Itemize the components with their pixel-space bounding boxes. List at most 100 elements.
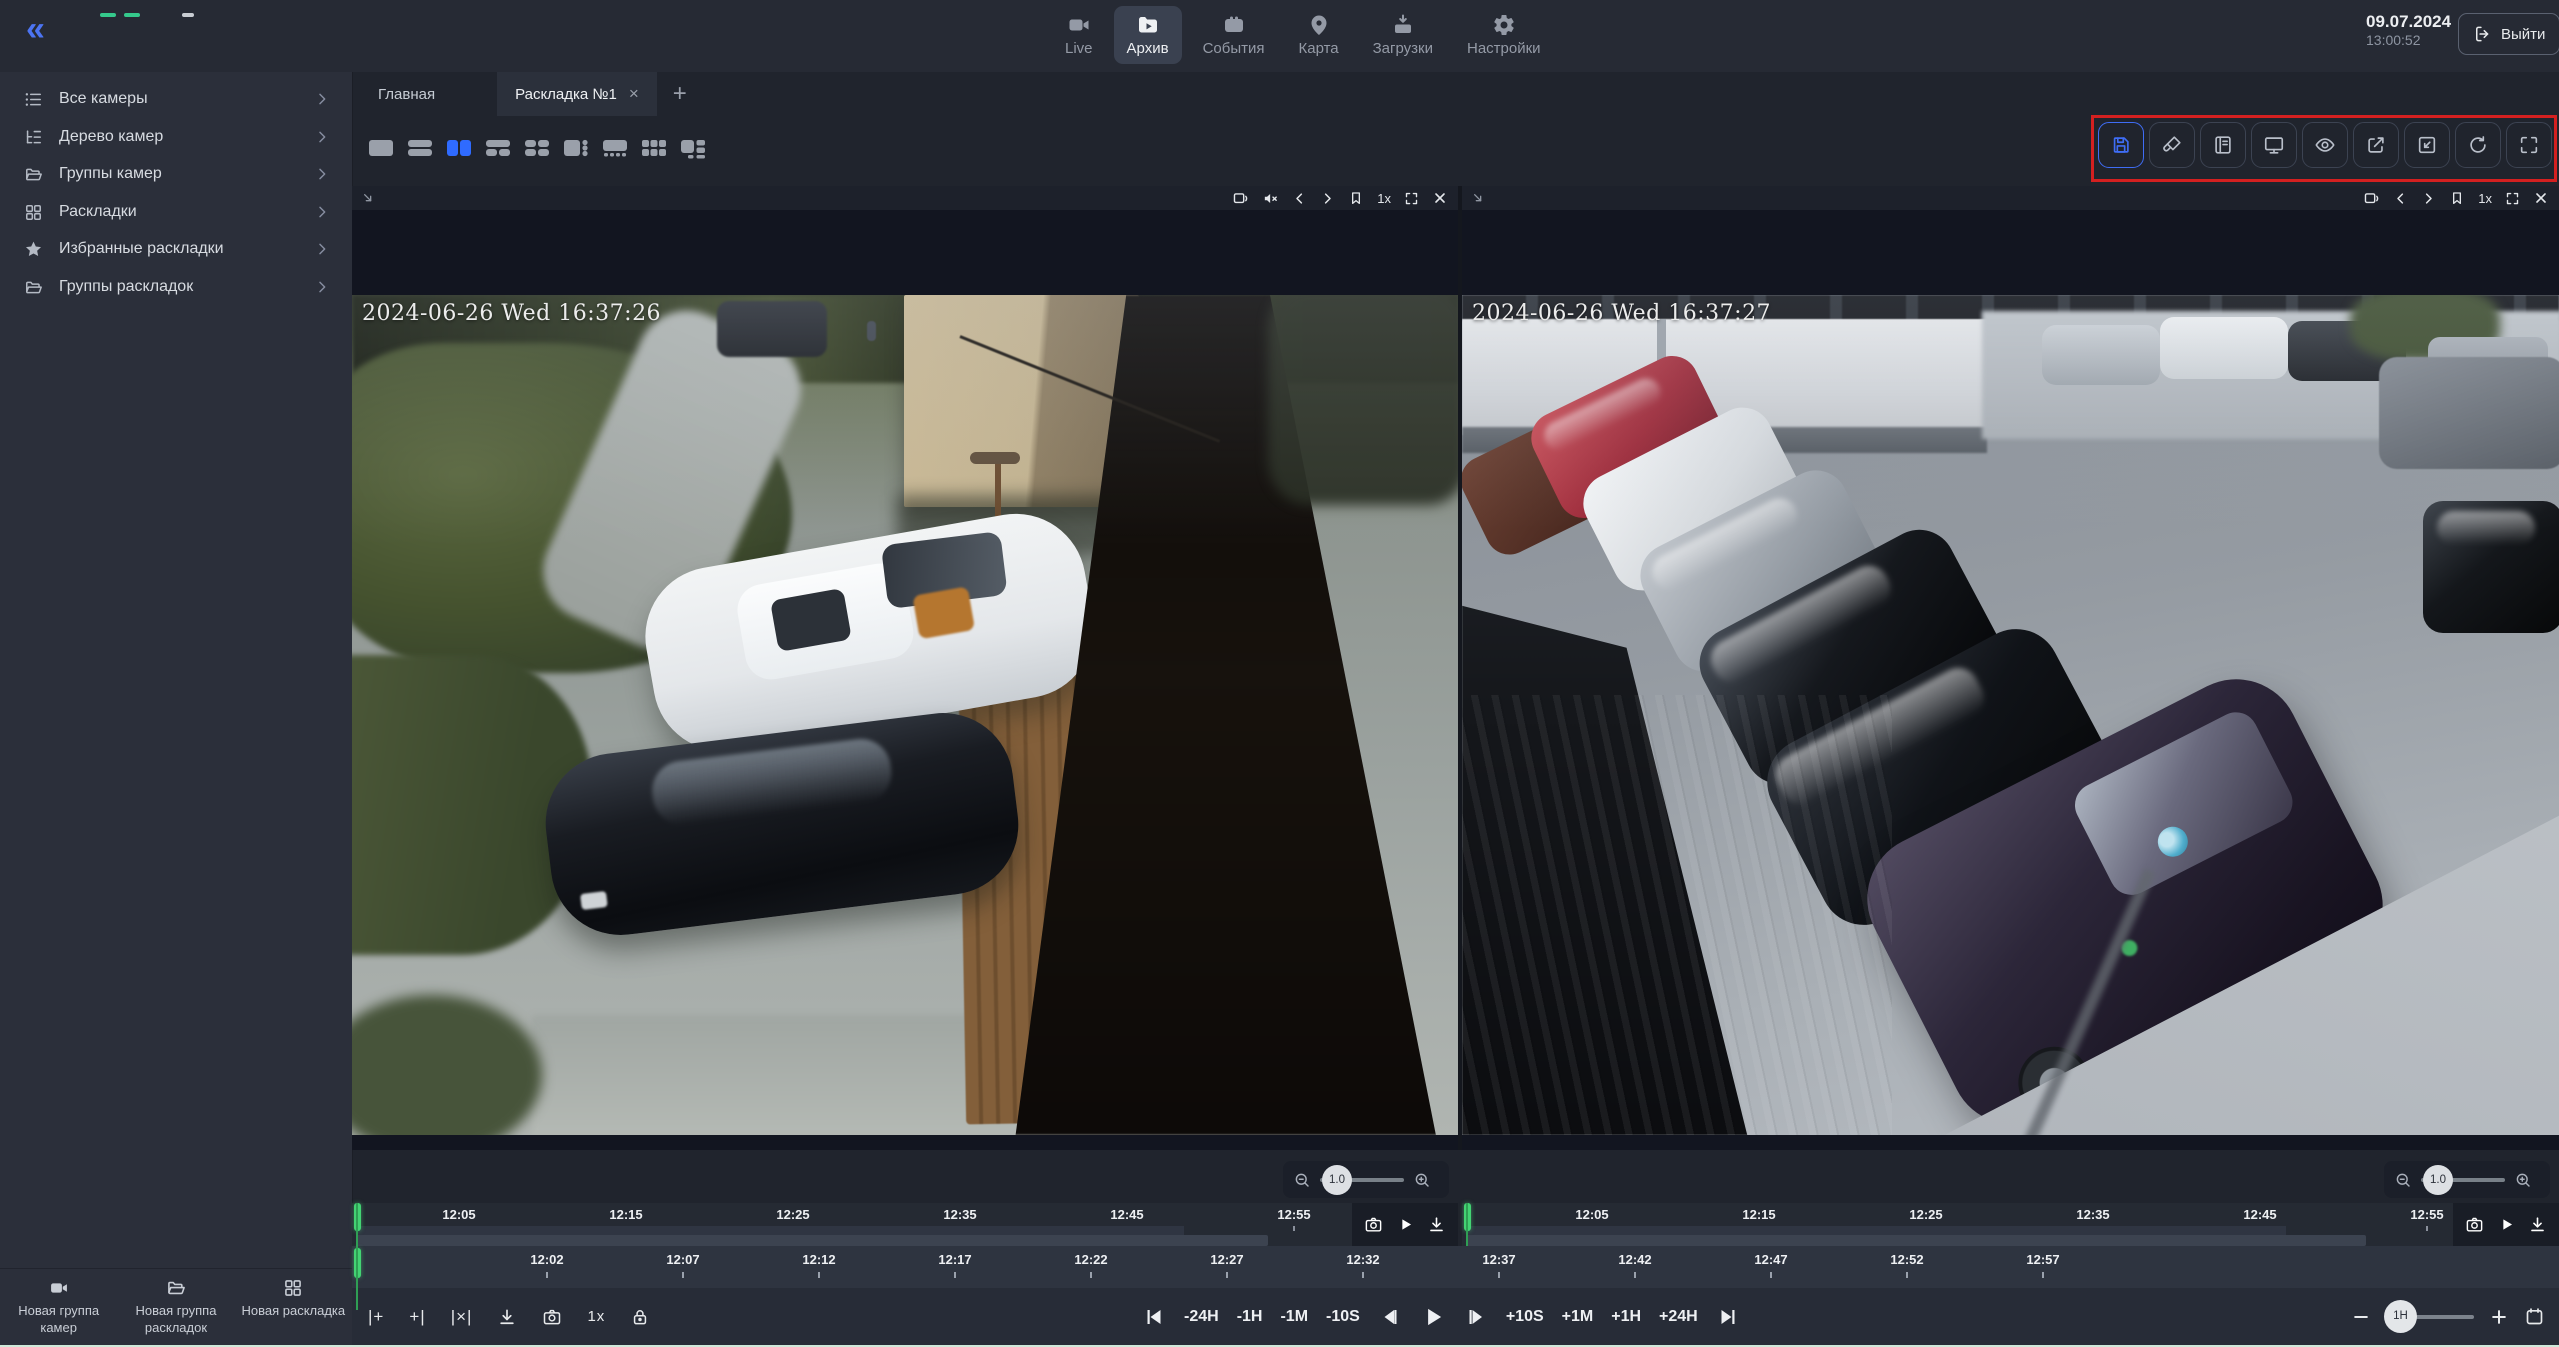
nav-events[interactable]: События: [1190, 6, 1278, 64]
timeline-scrollbar[interactable]: [356, 1235, 1268, 1246]
layout-3x2-button[interactable]: [639, 135, 669, 161]
clear-marks-button[interactable]: |×|: [451, 1307, 473, 1327]
fullscreen-button[interactable]: [2506, 122, 2552, 168]
add-tab-button[interactable]: +: [657, 72, 703, 116]
pip-icon[interactable]: [2363, 190, 2380, 207]
layout-2-columns-button[interactable]: [444, 135, 474, 161]
range-slider[interactable]: 1H: [2386, 1315, 2474, 1319]
jump-fwd-1m-button[interactable]: +1M: [1562, 1308, 1594, 1326]
save-layout-button[interactable]: [2098, 122, 2144, 168]
tile-fullscreen-icon[interactable]: [2505, 191, 2520, 206]
skip-to-start-icon[interactable]: [1142, 1305, 1166, 1329]
close-tile-icon[interactable]: [1432, 190, 1448, 206]
new-camera-group-button[interactable]: Новая группа камер: [3, 1278, 115, 1345]
step-forward-icon[interactable]: [1464, 1305, 1488, 1329]
playback-speed-label[interactable]: 1x: [2478, 191, 2492, 206]
jump-fwd-24h-button[interactable]: +24H: [1659, 1308, 1698, 1326]
jump-back-1m-button[interactable]: -1M: [1280, 1308, 1308, 1326]
layout-1-plus-4-bottom-button[interactable]: [600, 135, 630, 161]
sidebar-item-layout-groups[interactable]: Группы раскладок: [0, 269, 352, 305]
sidebar-item-all-cameras[interactable]: Все камеры: [0, 81, 352, 117]
bookmark-icon[interactable]: [2449, 190, 2465, 206]
layout-1-plus-2-button[interactable]: [483, 135, 513, 161]
timeline-track[interactable]: [356, 1226, 1184, 1235]
snapshot-icon[interactable]: [542, 1307, 562, 1327]
lock-icon[interactable]: [630, 1307, 650, 1327]
refresh-button[interactable]: [2455, 122, 2501, 168]
resize-button[interactable]: [2404, 122, 2450, 168]
global-timeline[interactable]: 12:02 12:07 12:12 12:17 12:22 12:27 12:3…: [352, 1246, 2559, 1288]
play-button[interactable]: [1420, 1304, 1446, 1330]
layout-1x1-button[interactable]: [366, 135, 396, 161]
clear-layout-brush-button[interactable]: [2149, 122, 2195, 168]
timeline-track[interactable]: [1466, 1226, 2286, 1235]
logout-button[interactable]: Выйти: [2458, 13, 2559, 55]
next-frame-icon[interactable]: [2421, 191, 2436, 206]
layout-1-plus-5-button[interactable]: [678, 135, 708, 161]
zoom-slider-handle[interactable]: 1.0: [1322, 1165, 1352, 1195]
zoom-slider-handle[interactable]: 1.0: [2423, 1165, 2453, 1195]
playback-speed-label[interactable]: 1x: [1377, 191, 1391, 206]
download-icon[interactable]: [497, 1307, 517, 1327]
zoom-slider[interactable]: 1.0: [1320, 1178, 1404, 1182]
expand-diagonal-icon[interactable]: [1470, 190, 1486, 206]
nav-downloads[interactable]: Загрузки: [1360, 6, 1446, 64]
bookmark-icon[interactable]: [1348, 190, 1364, 206]
tile-fullscreen-icon[interactable]: [1404, 191, 1419, 206]
mark-in-button[interactable]: |+: [368, 1307, 384, 1327]
tab-home[interactable]: Главная: [352, 72, 461, 116]
camera-2-tile[interactable]: 2024-06-26 Wed 16:37:27: [1462, 210, 2559, 1150]
sidebar-item-layouts[interactable]: Раскладки: [0, 194, 352, 230]
step-back-icon[interactable]: [1378, 1305, 1402, 1329]
sidebar-item-favorite-layouts[interactable]: Избранные раскладки: [0, 231, 352, 267]
nav-live[interactable]: Live: [1052, 6, 1106, 64]
camera-2-timeline[interactable]: 12:05 12:15 12:25 12:35 12:45 12:55: [1462, 1203, 2559, 1246]
view-eye-button[interactable]: [2302, 122, 2348, 168]
layout-1-plus-3-right-button[interactable]: [561, 135, 591, 161]
layout-2x2-button[interactable]: [522, 135, 552, 161]
nav-archive[interactable]: Архив: [1114, 6, 1182, 64]
snapshot-icon[interactable]: [2465, 1215, 2484, 1234]
prev-frame-icon[interactable]: [1292, 191, 1307, 206]
close-tile-icon[interactable]: [2533, 190, 2549, 206]
new-layout-button[interactable]: Новая раскладка: [237, 1278, 349, 1345]
display-button[interactable]: [2251, 122, 2297, 168]
skip-to-end-icon[interactable]: [1716, 1305, 1740, 1329]
close-tab-icon[interactable]: ×: [629, 84, 639, 104]
play-icon[interactable]: [2497, 1215, 2516, 1234]
jump-fwd-1h-button[interactable]: +1H: [1611, 1308, 1641, 1326]
sidebar-item-camera-groups[interactable]: Группы камер: [0, 156, 352, 192]
jump-back-1h-button[interactable]: -1H: [1237, 1308, 1263, 1326]
new-layout-group-button[interactable]: Новая группа раскладок: [120, 1278, 232, 1345]
mark-out-button[interactable]: +|: [409, 1307, 425, 1327]
zoom-in-icon[interactable]: [1413, 1171, 1431, 1189]
download-icon[interactable]: [1427, 1215, 1446, 1234]
pip-icon[interactable]: [1232, 190, 1249, 207]
collapse-sidebar-icon[interactable]: «: [26, 12, 45, 46]
camera-1-video-frame[interactable]: 2024-06-26 Wed 16:37:26: [352, 295, 1458, 1135]
journal-button[interactable]: [2200, 122, 2246, 168]
speed-label[interactable]: 1x: [587, 1308, 605, 1325]
sidebar-item-camera-tree[interactable]: Дерево камер: [0, 119, 352, 155]
expand-diagonal-icon[interactable]: [360, 190, 376, 206]
range-slider-handle[interactable]: 1H: [2384, 1300, 2417, 1333]
nav-map[interactable]: Карта: [1285, 6, 1351, 64]
export-share-button[interactable]: [2353, 122, 2399, 168]
download-icon[interactable]: [2528, 1215, 2547, 1234]
range-plus-icon[interactable]: [2489, 1307, 2509, 1327]
tab-layout-1[interactable]: Раскладка №1 ×: [497, 72, 657, 116]
calendar-icon[interactable]: [2524, 1306, 2545, 1327]
prev-frame-icon[interactable]: [2393, 191, 2408, 206]
zoom-slider[interactable]: 1.0: [2421, 1178, 2505, 1182]
snapshot-icon[interactable]: [1364, 1215, 1383, 1234]
layout-2-rows-button[interactable]: [405, 135, 435, 161]
timeline-scrollbar[interactable]: [1466, 1235, 2366, 1246]
zoom-out-icon[interactable]: [1293, 1171, 1311, 1189]
camera-1-tile[interactable]: 2024-06-26 Wed 16:37:26: [352, 210, 1458, 1150]
camera-2-video-frame[interactable]: 2024-06-26 Wed 16:37:27: [1462, 295, 2559, 1135]
next-frame-icon[interactable]: [1320, 191, 1335, 206]
jump-back-10s-button[interactable]: -10S: [1326, 1308, 1360, 1326]
mute-icon[interactable]: [1262, 190, 1279, 207]
range-minus-icon[interactable]: [2351, 1307, 2371, 1327]
zoom-out-icon[interactable]: [2394, 1171, 2412, 1189]
